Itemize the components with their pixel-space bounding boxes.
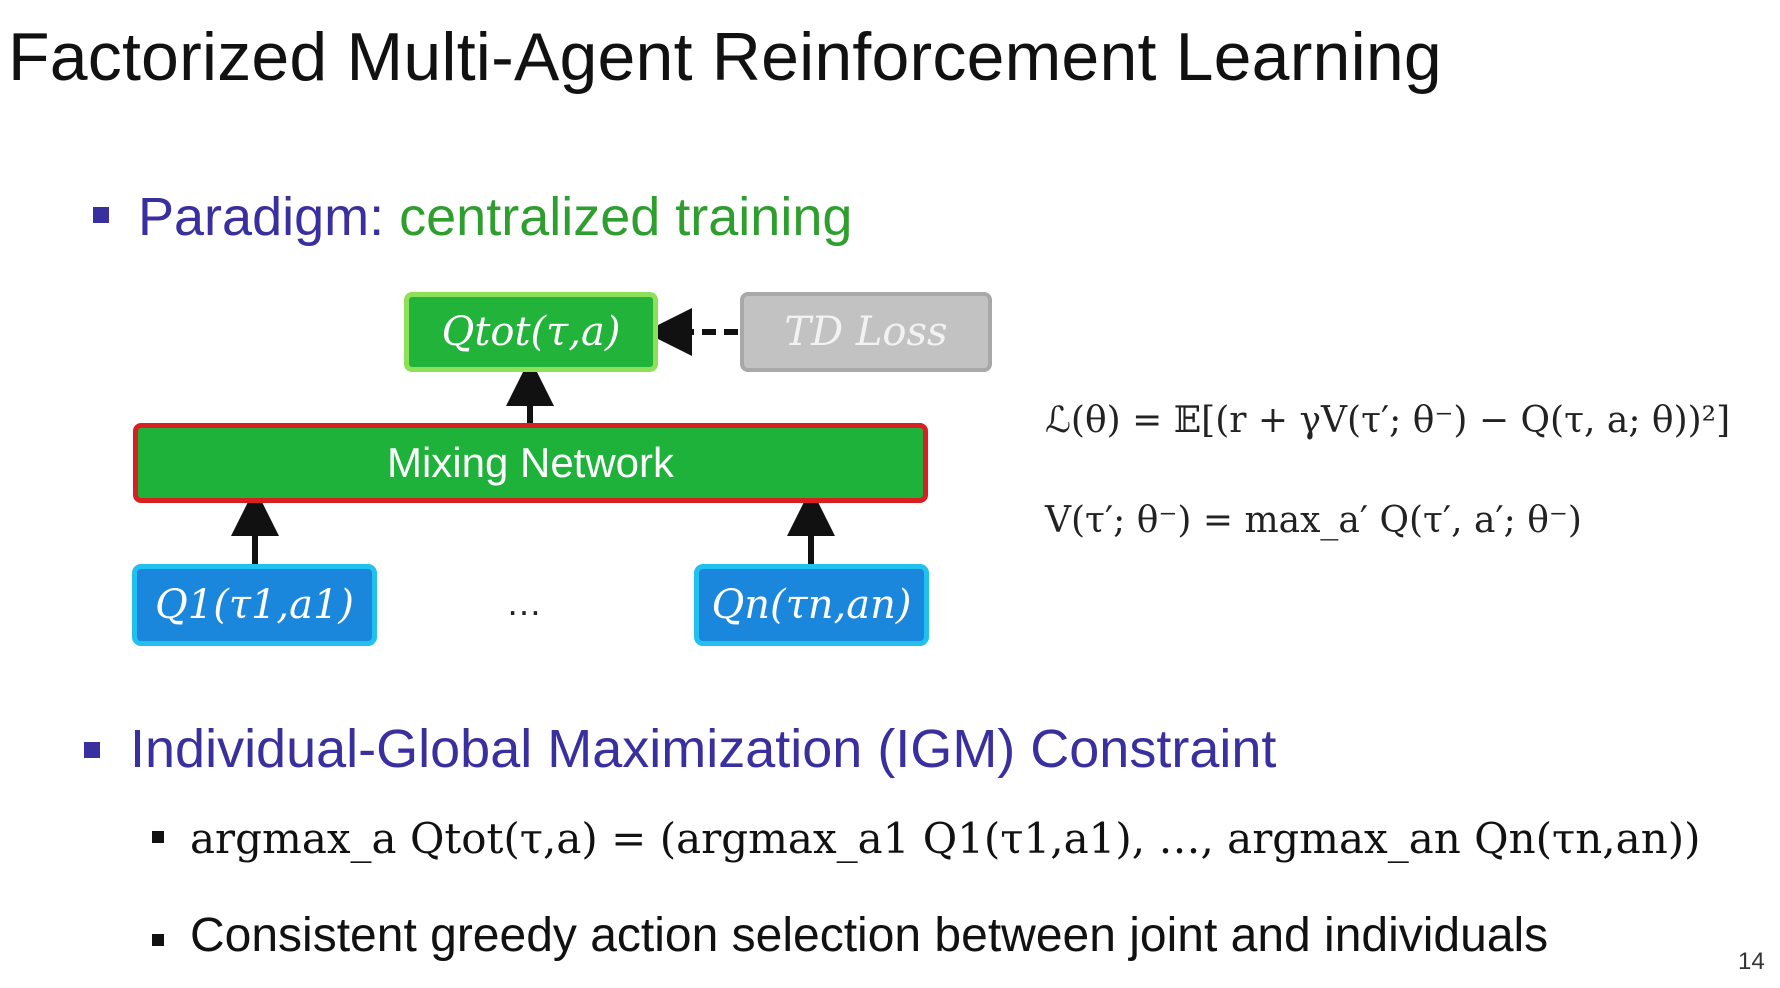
- igm-equation: argmax_a Qtot(τ,a) = (argmax_a1 Q1(τ1,a1…: [190, 814, 1701, 863]
- td-loss-node: TD Loss: [740, 292, 992, 372]
- sub-bullet-marker: [152, 934, 164, 946]
- page-number: 14: [1738, 948, 1765, 975]
- sub-bullet-marker: [152, 831, 164, 843]
- td-loss-label: TD Loss: [784, 309, 948, 355]
- agent-qn-label: Qn(τn,an): [711, 582, 912, 628]
- mixing-network-label: Mixing Network: [386, 439, 675, 486]
- greedy-consistency-text: Consistent greedy action selection betwe…: [190, 909, 1549, 962]
- loss-equation: ℒ(θ) = 𝔼[(r + γV(τ′; θ⁻) − Q(τ, a; θ))²]: [1045, 400, 1731, 441]
- qtot-label: Qtot(τ,a): [441, 309, 621, 355]
- igm-heading: Individual-Global Maximization (IGM) Con…: [130, 719, 1277, 779]
- mixing-network-node: Mixing Network: [133, 423, 928, 503]
- agent-qn-node: Qn(τn,an): [694, 564, 929, 646]
- bullet-marker: [84, 742, 100, 758]
- agent-q1-node: Q1(τ1,a1): [132, 564, 377, 646]
- agents-ellipsis: …: [506, 582, 542, 623]
- qtot-node: Qtot(τ,a): [404, 292, 658, 372]
- value-equation: V(τ′; θ⁻) = max_a′ Q(τ′, a′; θ⁻): [1045, 500, 1582, 541]
- agent-q1-label: Q1(τ1,a1): [154, 582, 355, 628]
